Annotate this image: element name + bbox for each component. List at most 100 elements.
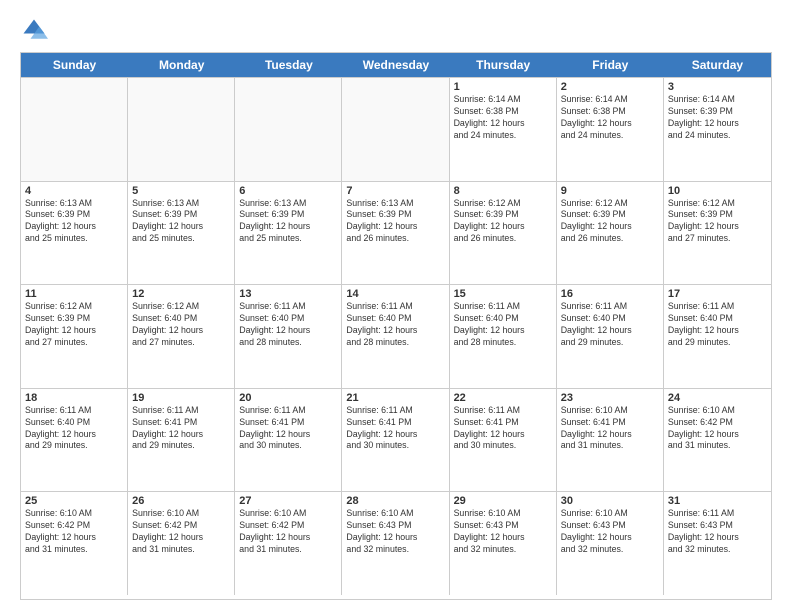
day-cell-24: 24Sunrise: 6:10 AM Sunset: 6:42 PM Dayli… <box>664 389 771 492</box>
day-info: Sunrise: 6:11 AM Sunset: 6:40 PM Dayligh… <box>454 301 552 349</box>
day-number: 24 <box>668 392 767 404</box>
week-row-3: 11Sunrise: 6:12 AM Sunset: 6:39 PM Dayli… <box>21 284 771 388</box>
day-number: 26 <box>132 495 230 507</box>
day-cell-15: 15Sunrise: 6:11 AM Sunset: 6:40 PM Dayli… <box>450 285 557 388</box>
header-day-monday: Monday <box>128 53 235 77</box>
day-info: Sunrise: 6:12 AM Sunset: 6:39 PM Dayligh… <box>25 301 123 349</box>
day-number: 6 <box>239 185 337 197</box>
day-info: Sunrise: 6:13 AM Sunset: 6:39 PM Dayligh… <box>132 198 230 246</box>
day-info: Sunrise: 6:11 AM Sunset: 6:41 PM Dayligh… <box>454 405 552 453</box>
day-info: Sunrise: 6:14 AM Sunset: 6:39 PM Dayligh… <box>668 94 767 142</box>
day-info: Sunrise: 6:10 AM Sunset: 6:43 PM Dayligh… <box>346 508 444 556</box>
day-cell-28: 28Sunrise: 6:10 AM Sunset: 6:43 PM Dayli… <box>342 492 449 595</box>
day-number: 13 <box>239 288 337 300</box>
day-number: 16 <box>561 288 659 300</box>
day-info: Sunrise: 6:11 AM Sunset: 6:41 PM Dayligh… <box>132 405 230 453</box>
day-number: 20 <box>239 392 337 404</box>
week-row-4: 18Sunrise: 6:11 AM Sunset: 6:40 PM Dayli… <box>21 388 771 492</box>
day-cell-13: 13Sunrise: 6:11 AM Sunset: 6:40 PM Dayli… <box>235 285 342 388</box>
day-number: 7 <box>346 185 444 197</box>
day-number: 12 <box>132 288 230 300</box>
day-number: 11 <box>25 288 123 300</box>
day-cell-5: 5Sunrise: 6:13 AM Sunset: 6:39 PM Daylig… <box>128 182 235 285</box>
day-number: 18 <box>25 392 123 404</box>
day-info: Sunrise: 6:11 AM Sunset: 6:40 PM Dayligh… <box>239 301 337 349</box>
logo <box>20 16 52 44</box>
day-number: 19 <box>132 392 230 404</box>
day-cell-30: 30Sunrise: 6:10 AM Sunset: 6:43 PM Dayli… <box>557 492 664 595</box>
empty-cell <box>21 78 128 181</box>
day-number: 23 <box>561 392 659 404</box>
day-info: Sunrise: 6:11 AM Sunset: 6:40 PM Dayligh… <box>668 301 767 349</box>
day-number: 9 <box>561 185 659 197</box>
empty-cell <box>235 78 342 181</box>
day-cell-27: 27Sunrise: 6:10 AM Sunset: 6:42 PM Dayli… <box>235 492 342 595</box>
day-cell-26: 26Sunrise: 6:10 AM Sunset: 6:42 PM Dayli… <box>128 492 235 595</box>
day-cell-17: 17Sunrise: 6:11 AM Sunset: 6:40 PM Dayli… <box>664 285 771 388</box>
day-number: 2 <box>561 81 659 93</box>
day-number: 10 <box>668 185 767 197</box>
logo-icon <box>20 16 48 44</box>
day-info: Sunrise: 6:10 AM Sunset: 6:41 PM Dayligh… <box>561 405 659 453</box>
day-cell-10: 10Sunrise: 6:12 AM Sunset: 6:39 PM Dayli… <box>664 182 771 285</box>
header-day-thursday: Thursday <box>450 53 557 77</box>
day-number: 17 <box>668 288 767 300</box>
header-day-wednesday: Wednesday <box>342 53 449 77</box>
header-day-friday: Friday <box>557 53 664 77</box>
day-cell-21: 21Sunrise: 6:11 AM Sunset: 6:41 PM Dayli… <box>342 389 449 492</box>
day-number: 27 <box>239 495 337 507</box>
day-number: 15 <box>454 288 552 300</box>
day-cell-4: 4Sunrise: 6:13 AM Sunset: 6:39 PM Daylig… <box>21 182 128 285</box>
day-cell-11: 11Sunrise: 6:12 AM Sunset: 6:39 PM Dayli… <box>21 285 128 388</box>
week-row-1: 1Sunrise: 6:14 AM Sunset: 6:38 PM Daylig… <box>21 77 771 181</box>
day-info: Sunrise: 6:13 AM Sunset: 6:39 PM Dayligh… <box>346 198 444 246</box>
day-number: 4 <box>25 185 123 197</box>
day-number: 5 <box>132 185 230 197</box>
day-info: Sunrise: 6:14 AM Sunset: 6:38 PM Dayligh… <box>561 94 659 142</box>
day-info: Sunrise: 6:12 AM Sunset: 6:39 PM Dayligh… <box>668 198 767 246</box>
empty-cell <box>128 78 235 181</box>
header <box>20 16 772 44</box>
day-info: Sunrise: 6:10 AM Sunset: 6:42 PM Dayligh… <box>132 508 230 556</box>
day-cell-3: 3Sunrise: 6:14 AM Sunset: 6:39 PM Daylig… <box>664 78 771 181</box>
header-day-saturday: Saturday <box>664 53 771 77</box>
day-number: 22 <box>454 392 552 404</box>
day-cell-20: 20Sunrise: 6:11 AM Sunset: 6:41 PM Dayli… <box>235 389 342 492</box>
day-cell-9: 9Sunrise: 6:12 AM Sunset: 6:39 PM Daylig… <box>557 182 664 285</box>
day-info: Sunrise: 6:13 AM Sunset: 6:39 PM Dayligh… <box>25 198 123 246</box>
day-cell-18: 18Sunrise: 6:11 AM Sunset: 6:40 PM Dayli… <box>21 389 128 492</box>
day-info: Sunrise: 6:13 AM Sunset: 6:39 PM Dayligh… <box>239 198 337 246</box>
day-number: 21 <box>346 392 444 404</box>
day-cell-22: 22Sunrise: 6:11 AM Sunset: 6:41 PM Dayli… <box>450 389 557 492</box>
day-info: Sunrise: 6:11 AM Sunset: 6:40 PM Dayligh… <box>25 405 123 453</box>
day-info: Sunrise: 6:12 AM Sunset: 6:40 PM Dayligh… <box>132 301 230 349</box>
day-cell-1: 1Sunrise: 6:14 AM Sunset: 6:38 PM Daylig… <box>450 78 557 181</box>
day-info: Sunrise: 6:11 AM Sunset: 6:43 PM Dayligh… <box>668 508 767 556</box>
day-cell-14: 14Sunrise: 6:11 AM Sunset: 6:40 PM Dayli… <box>342 285 449 388</box>
day-cell-23: 23Sunrise: 6:10 AM Sunset: 6:41 PM Dayli… <box>557 389 664 492</box>
day-number: 30 <box>561 495 659 507</box>
header-day-sunday: Sunday <box>21 53 128 77</box>
day-number: 8 <box>454 185 552 197</box>
day-cell-7: 7Sunrise: 6:13 AM Sunset: 6:39 PM Daylig… <box>342 182 449 285</box>
day-cell-16: 16Sunrise: 6:11 AM Sunset: 6:40 PM Dayli… <box>557 285 664 388</box>
day-info: Sunrise: 6:12 AM Sunset: 6:39 PM Dayligh… <box>561 198 659 246</box>
day-cell-12: 12Sunrise: 6:12 AM Sunset: 6:40 PM Dayli… <box>128 285 235 388</box>
day-info: Sunrise: 6:10 AM Sunset: 6:43 PM Dayligh… <box>561 508 659 556</box>
day-info: Sunrise: 6:10 AM Sunset: 6:42 PM Dayligh… <box>668 405 767 453</box>
day-cell-25: 25Sunrise: 6:10 AM Sunset: 6:42 PM Dayli… <box>21 492 128 595</box>
day-number: 1 <box>454 81 552 93</box>
day-number: 28 <box>346 495 444 507</box>
calendar-header: SundayMondayTuesdayWednesdayThursdayFrid… <box>21 53 771 77</box>
day-number: 31 <box>668 495 767 507</box>
day-cell-29: 29Sunrise: 6:10 AM Sunset: 6:43 PM Dayli… <box>450 492 557 595</box>
day-number: 14 <box>346 288 444 300</box>
day-info: Sunrise: 6:11 AM Sunset: 6:41 PM Dayligh… <box>346 405 444 453</box>
page: SundayMondayTuesdayWednesdayThursdayFrid… <box>0 0 792 612</box>
day-info: Sunrise: 6:12 AM Sunset: 6:39 PM Dayligh… <box>454 198 552 246</box>
day-cell-19: 19Sunrise: 6:11 AM Sunset: 6:41 PM Dayli… <box>128 389 235 492</box>
day-info: Sunrise: 6:11 AM Sunset: 6:41 PM Dayligh… <box>239 405 337 453</box>
day-info: Sunrise: 6:11 AM Sunset: 6:40 PM Dayligh… <box>561 301 659 349</box>
day-number: 3 <box>668 81 767 93</box>
day-info: Sunrise: 6:14 AM Sunset: 6:38 PM Dayligh… <box>454 94 552 142</box>
